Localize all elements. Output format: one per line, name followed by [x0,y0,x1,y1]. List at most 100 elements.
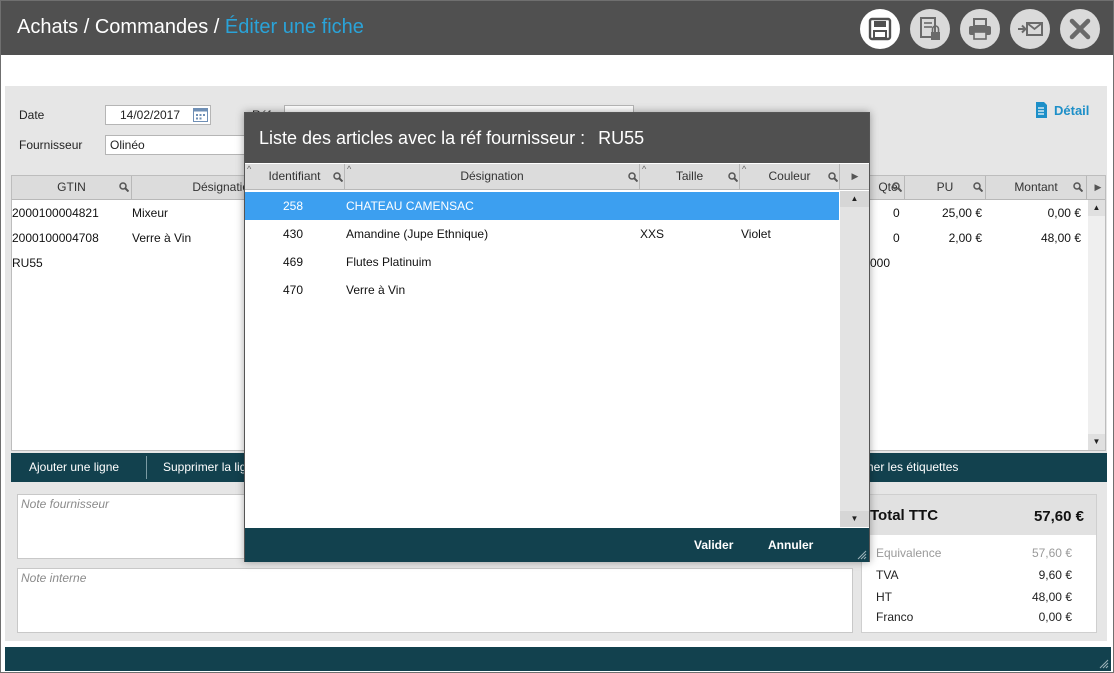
supplier-field[interactable]: Olinéo [105,135,245,155]
breadcrumb: Achats / Commandes / Éditer une fiche [17,16,364,39]
breadcrumb-separator: / [213,16,220,38]
scroll-right-arrow-icon[interactable]: ▶ [845,164,865,189]
internal-note-field[interactable]: Note interne [17,568,853,633]
detail-link[interactable]: Détail [1035,101,1089,119]
cell-designation: CHATEAU CAMENSAC [346,199,474,213]
save-button[interactable] [860,9,900,49]
cell-gtin: 2000100004708 [12,231,99,245]
search-icon[interactable] [628,172,638,182]
cell-id: 258 [283,199,304,213]
scroll-down-arrow-icon[interactable]: ▼ [1088,434,1105,450]
list-item[interactable]: 258 CHATEAU CAMENSAC [245,192,839,220]
lock-document-icon [920,17,940,40]
totals-panel: Total TTC 57,60 € Equivalence 57,60 € TV… [861,494,1097,633]
cell-qty: 0 [893,206,900,220]
app-window: Achats / Commandes / Éditer une fiche Da… [0,0,1114,673]
totals-row-label: TVA [876,568,899,582]
scroll-down-arrow-icon[interactable]: ▼ [840,511,869,527]
dialog-title-text: Liste des articles avec la réf fournisse… [259,128,586,148]
column-taille[interactable]: ^ Taille [640,164,740,189]
article-list-dialog: Liste des articles avec la réf fournisse… [244,112,870,562]
lock-document-button[interactable] [910,9,950,49]
cell-gtin: 2000100004821 [12,206,99,220]
scroll-up-arrow-icon[interactable]: ▲ [1088,200,1105,216]
cell-qty: 0 [893,231,900,245]
sort-icon: ^ [642,164,647,174]
column-gtin[interactable]: GTIN [12,176,132,199]
sort-icon: ^ [742,164,747,174]
resize-grip-icon[interactable] [857,550,867,560]
totals-row-value: 57,60 € [1031,546,1072,560]
breadcrumb-achats[interactable]: Achats [17,16,78,38]
breadcrumb-current: Éditer une fiche [224,16,364,38]
total-ttc-row: Total TTC 57,60 € [862,495,1096,535]
column-couleur-label: Couleur [768,169,811,183]
dialog-scrollbar[interactable]: ▲ ▼ [840,191,869,527]
save-icon [868,17,892,41]
breadcrumb-separator: / [83,16,90,38]
cell-designation: Verre à Vin [132,231,192,245]
cell-couleur: Violet [741,227,771,241]
list-item[interactable]: 430 Amandine (Jupe Ethnique) XXS Violet [245,220,839,248]
cell-designation: Amandine (Jupe Ethnique) [346,227,489,241]
totals-row-label: HT [876,590,892,604]
sort-icon: ^ [347,164,352,174]
totals-row-value: 0,00 € [1038,610,1072,624]
add-line-button[interactable]: Ajouter une ligne [29,453,119,482]
column-identifiant[interactable]: ^ Identifiant [245,164,345,189]
dialog-title: Liste des articles avec la réf fournisse… [245,113,869,163]
column-pu-label: PU [936,180,954,194]
dialog-title-ref: RU55 [598,128,645,148]
breadcrumb-commandes[interactable]: Commandes [95,16,208,38]
column-couleur[interactable]: ^ Couleur [740,164,840,189]
column-montant[interactable]: Montant [986,176,1087,199]
search-icon[interactable] [828,172,838,182]
column-gtin-label: GTIN [57,180,86,194]
column-identifiant-label: Identifiant [268,169,321,183]
detail-label: Détail [1054,102,1090,118]
internal-note-placeholder: Note interne [21,571,87,585]
validate-button[interactable]: Valider [694,528,733,562]
search-icon[interactable] [728,172,738,182]
document-icon [1036,102,1047,118]
total-ttc-label: Total TTC [870,507,939,524]
list-item[interactable]: 469 Flutes Platinuim [245,248,839,276]
column-designation-label: Désignation [460,169,524,183]
divider [146,456,147,479]
column-montant-label: Montant [1014,180,1058,194]
cell-designation: Flutes Platinuim [346,255,432,269]
sort-icon: ^ [247,164,252,174]
calendar-icon[interactable] [193,107,208,125]
search-icon[interactable] [892,182,902,192]
totals-row-value: 9,60 € [1038,568,1072,582]
supplier-label: Fournisseur [19,138,83,152]
resize-grip-icon[interactable] [1099,659,1109,669]
cell-taille: XXS [640,227,665,241]
search-icon[interactable] [333,172,343,182]
totals-row-label: Franco [876,610,914,624]
cell-id: 469 [283,255,304,269]
cell-id: 430 [283,227,304,241]
close-button[interactable] [1060,9,1100,49]
supplier-note-placeholder: Note fournisseur [21,497,110,511]
print-button[interactable] [960,9,1000,49]
cell-pu: 25,00 € [941,206,982,220]
scroll-up-arrow-icon[interactable]: ▲ [840,191,869,207]
close-icon [1069,18,1091,40]
send-mail-button[interactable] [1010,9,1050,49]
cell-gtin: RU55 [12,256,43,270]
dialog-table-header: ^ Identifiant ^ Désignation ^ Taille ^ C… [245,164,869,190]
table-scrollbar[interactable]: ▲ ▼ [1088,200,1105,450]
cell-id: 470 [283,283,304,297]
search-icon[interactable] [119,182,129,192]
column-designation[interactable]: ^ Désignation [345,164,640,189]
print-icon [969,18,991,40]
cell-montant: 0,00 € [1047,206,1081,220]
date-label: Date [19,108,45,122]
search-icon[interactable] [973,182,983,192]
search-icon[interactable] [1073,182,1083,192]
cancel-button[interactable]: Annuler [768,528,813,562]
scroll-right-arrow-icon[interactable]: ▶ [1091,176,1105,199]
cell-montant: 48,00 € [1040,231,1081,245]
list-item[interactable]: 470 Verre à Vin [245,276,839,304]
